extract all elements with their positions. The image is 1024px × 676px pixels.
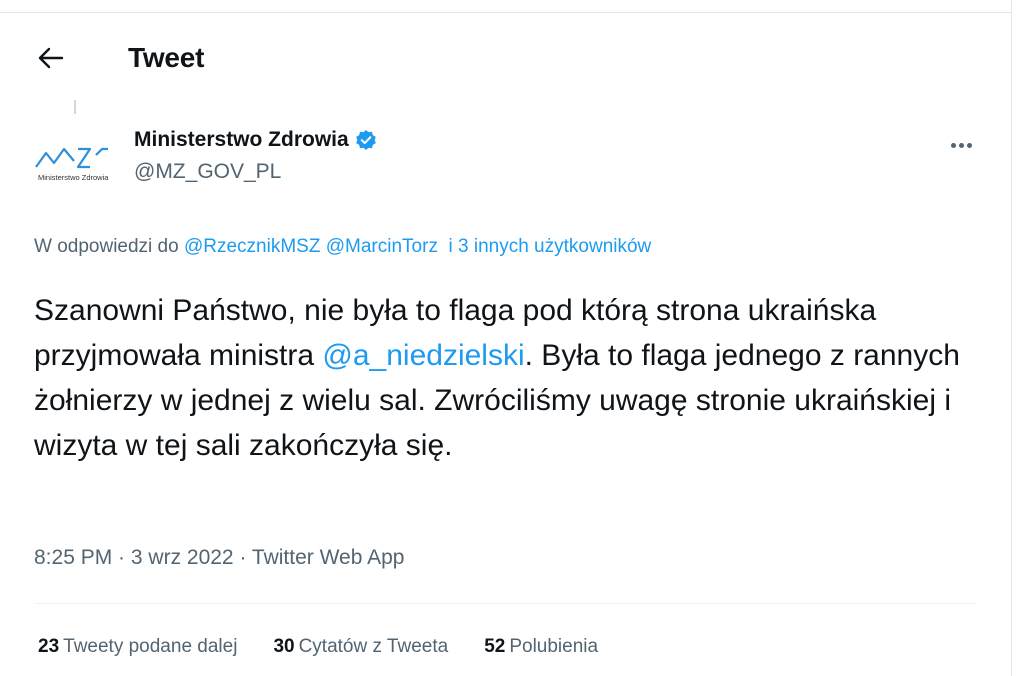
back-button[interactable] [32,38,70,78]
tweet-stats: 23 Tweety podane dalej 30 Cytatów z Tweeta… [38,636,634,658]
retweets-count: 23 [38,636,60,657]
separator: · [112,546,131,569]
author-block: Ministerstwo Zdrowia @MZ_GOV_PL [134,128,377,184]
ministry-logo: Ministerstwo Zdrowia [35,147,109,182]
retweets-stat[interactable]: 23 Tweety podane dalej [38,636,237,658]
reply-context: W odpowiedzi do @RzecznikMSZ @MarcinTorz… [34,236,651,258]
more-options-button[interactable] [944,136,978,154]
tweet-date[interactable]: 3 wrz 2022 [131,546,234,569]
mention-link[interactable]: @MarcinTorz [326,236,438,257]
mention-link[interactable]: @RzecznikMSZ [184,236,320,257]
arrow-left-icon [38,47,64,69]
tweet-time[interactable]: 8:25 PM [34,546,112,569]
avatar[interactable]: Ministerstwo Zdrowia [30,127,116,187]
window-right-edge [1011,0,1024,676]
likes-label: Polubienia [509,636,599,657]
retweets-label: Tweety podane dalej [63,636,238,657]
reply-prefix: W odpowiedzi do [34,236,179,257]
window-top-edge [0,0,1024,13]
logo-caption: Ministerstwo Zdrowia [38,173,109,182]
separator: · [233,546,252,569]
author-handle[interactable]: @MZ_GOV_PL [134,160,377,184]
more-dot [966,142,972,148]
thread-connector-line [74,100,76,114]
likes-stat[interactable]: 52 Polubienia [484,636,598,658]
more-horizontal-icon [950,142,956,148]
page-header: Tweet [0,38,1000,82]
author-name[interactable]: Ministerstwo Zdrowia [134,128,349,152]
likes-count: 52 [484,636,506,657]
tweet-meta: 8:25 PM · 3 wrz 2022 · Twitter Web App [34,546,404,570]
quotes-label: Cytatów z Tweeta [298,636,449,657]
divider [34,603,976,604]
quotes-count: 30 [273,636,295,657]
tweet-source[interactable]: Twitter Web App [252,546,405,569]
verified-badge-icon [355,129,377,151]
more-dot [958,142,964,148]
other-users-link[interactable]: i 3 innych użytkowników [449,236,652,257]
quotes-stat[interactable]: 30 Cytatów z Tweeta [273,636,448,658]
mention-link[interactable]: @a_niedzielski [322,339,524,372]
tweet-text: Szanowni Państwo, nie była to flaga pod … [34,288,984,468]
page-title: Tweet [128,42,205,73]
